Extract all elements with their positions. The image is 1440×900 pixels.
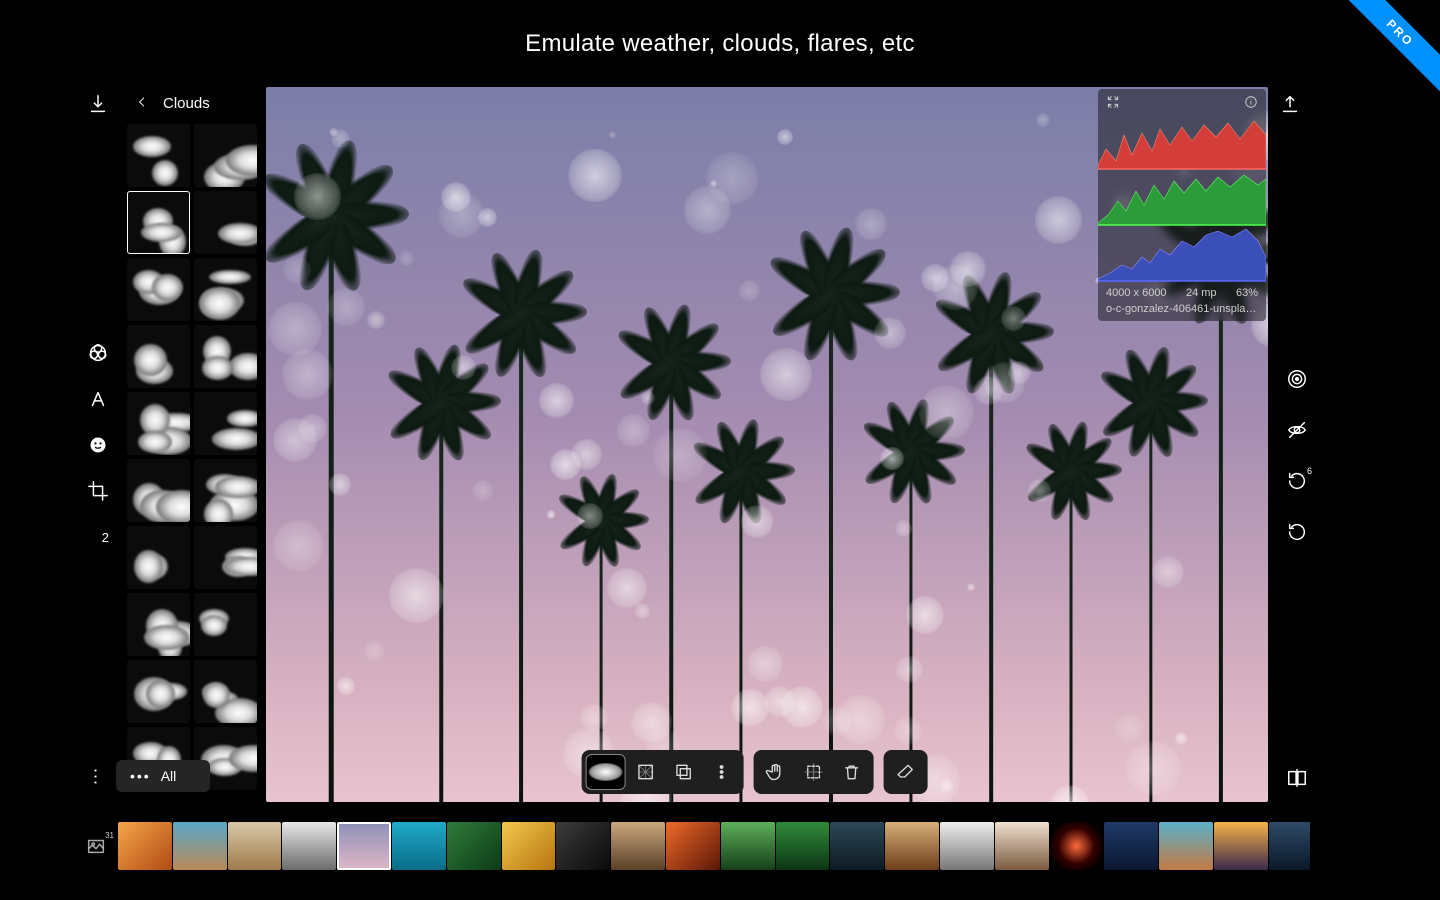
image-dimensions: 4000 x 6000 [1106,287,1167,299]
crop-tool-icon[interactable] [87,480,109,502]
filmstrip-thumb[interactable] [392,822,446,870]
filmstrip-thumb[interactable] [666,822,720,870]
cloud-thumb[interactable] [194,660,257,723]
filmstrip-thumb[interactable] [1214,822,1268,870]
more-options-icon[interactable]: ⋯ [85,767,106,785]
filmstrip-thumb[interactable] [556,822,610,870]
histogram-green [1098,171,1266,227]
filmstrip-thumb[interactable] [611,822,665,870]
cloud-thumb[interactable] [127,325,190,388]
back-chevron-icon[interactable] [135,93,149,114]
filmstrip-thumb[interactable] [1104,822,1158,870]
cloud-thumb[interactable] [127,593,190,656]
filmstrip-thumb[interactable] [173,822,227,870]
eraser-icon[interactable] [888,754,924,790]
filmstrip-thumb[interactable] [721,822,775,870]
cloud-thumb[interactable] [194,124,257,187]
color-tool-icon[interactable] [87,342,109,364]
face-tool-icon[interactable] [87,434,109,456]
filmstrip-thumb[interactable] [337,822,391,870]
cloud-thumb[interactable] [194,191,257,254]
library-count-badge: 31 [105,831,114,840]
cloud-thumb[interactable] [194,258,257,321]
collapse-icon[interactable] [1106,95,1120,109]
delete-icon[interactable] [834,754,870,790]
image-canvas[interactable]: 4000 x 6000 24 mp 63% o-c-gonzalez-40646… [266,87,1268,802]
cloud-thumb[interactable] [127,124,190,187]
canvas-toolbar [582,750,928,794]
visibility-off-icon[interactable] [1286,419,1308,444]
info-icon[interactable] [1244,95,1258,109]
undo-icon[interactable] [1286,521,1308,546]
filmstrip-thumb[interactable] [940,822,994,870]
histogram-panel[interactable]: 4000 x 6000 24 mp 63% o-c-gonzalez-40646… [1098,89,1266,321]
panel-footer: ⋯ ••• All [86,760,210,792]
cloud-thumb[interactable] [127,191,190,254]
mask-icon[interactable] [628,754,664,790]
filmstrip-thumb[interactable] [830,822,884,870]
erase-group [884,750,928,794]
filmstrip-thumb[interactable] [1159,822,1213,870]
left-tool-group: 2 [80,342,116,548]
overlay-picker-panel: Clouds [125,87,259,802]
compare-icon[interactable] [1286,767,1308,792]
download-icon[interactable] [87,93,109,115]
text-tool-icon[interactable] [87,388,109,410]
cloud-thumb[interactable] [194,325,257,388]
more-vert-icon[interactable] [704,754,740,790]
filmstrip-thumb[interactable] [1050,822,1104,870]
current-overlay-thumb[interactable] [586,754,626,790]
filmstrip-scroll[interactable] [118,822,1310,870]
filmstrip-thumb[interactable] [995,822,1049,870]
all-filter-label: All [161,768,177,784]
filmstrip-thumb[interactable] [447,822,501,870]
library-icon[interactable]: 31 [80,835,112,857]
cloud-thumb[interactable] [194,526,257,589]
filmstrip-thumb[interactable] [228,822,282,870]
filmstrip-thumb[interactable] [282,822,336,870]
filmstrip-thumb[interactable] [1269,822,1310,870]
share-icon[interactable] [1279,93,1301,115]
layers-count-badge: 2 [102,530,109,545]
filmstrip: 31 [80,818,1310,873]
layers-tool-icon[interactable]: 2 [87,526,109,548]
image-megapixels: 24 mp [1186,287,1217,299]
histogram-red [1098,115,1266,171]
all-filter-button[interactable]: ••• All [116,760,210,792]
right-tool-group: 6 [1286,368,1308,546]
blend-icon[interactable] [666,754,702,790]
cloud-thumb[interactable] [127,392,190,455]
pan-hand-icon[interactable] [758,754,794,790]
marketing-headline: Emulate weather, clouds, flares, etc [0,30,1440,58]
panel-title: Clouds [163,95,210,112]
cloud-thumb[interactable] [194,593,257,656]
histogram-blue [1098,227,1266,283]
overlay-group [582,750,744,794]
filmstrip-thumb[interactable] [502,822,556,870]
filmstrip-thumb[interactable] [118,822,172,870]
timer-icon[interactable]: 6 [1286,470,1308,495]
cloud-thumb[interactable] [127,660,190,723]
filmstrip-thumb[interactable] [776,822,830,870]
cloud-thumb[interactable] [127,258,190,321]
transform-crop-icon[interactable] [796,754,832,790]
image-filename: o-c-gonzalez-406461-unsplash.j… [1098,303,1266,321]
transform-group [754,750,874,794]
target-icon[interactable] [1286,368,1308,393]
cloud-thumb[interactable] [194,459,257,522]
dots-icon: ••• [130,768,151,784]
filmstrip-thumb[interactable] [885,822,939,870]
cloud-thumb[interactable] [127,459,190,522]
cloud-thumb[interactable] [127,526,190,589]
cloud-thumb[interactable] [194,392,257,455]
cloud-thumb-grid [125,124,259,790]
zoom-level: 63% [1236,287,1258,299]
